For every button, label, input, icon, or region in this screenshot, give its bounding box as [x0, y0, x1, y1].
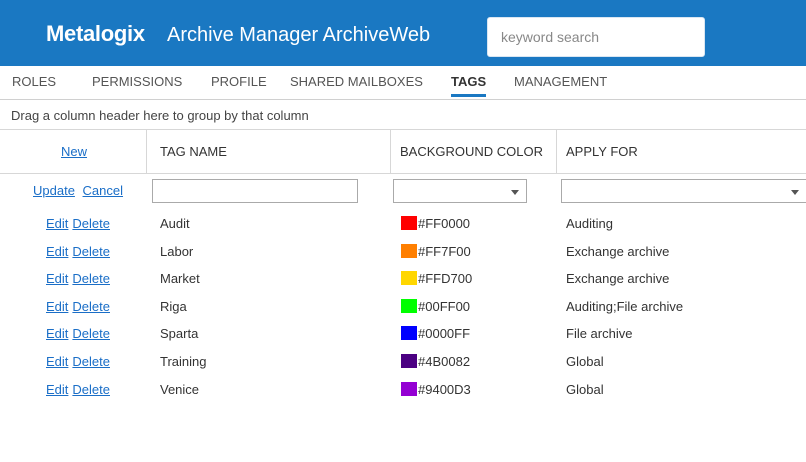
- background-color-cell: #4B0082: [418, 354, 471, 369]
- app-title: Archive Manager ArchiveWeb: [167, 24, 431, 46]
- app-header: Metalogix Archive Manager ArchiveWeb: [0, 0, 806, 66]
- nav-item-permissions[interactable]: PERMISSIONS: [92, 74, 182, 89]
- apply-for-cell: Global: [566, 354, 604, 369]
- background-color-cell: #FF0000: [418, 216, 471, 231]
- edit-link[interactable]: Edit: [46, 326, 68, 341]
- insert-row-actions: Update Cancel: [33, 183, 123, 198]
- column-separator: [556, 130, 557, 174]
- table-row: Edit Delete Audit #FF0000 Auditing: [0, 210, 806, 238]
- apply-for-cell: Exchange archive: [566, 271, 670, 286]
- tag-name-cell: Riga: [160, 299, 187, 314]
- edit-link[interactable]: Edit: [46, 354, 68, 369]
- delete-link[interactable]: Delete: [72, 216, 110, 231]
- keyword-search-input[interactable]: [487, 17, 705, 57]
- apply-for-cell: Global: [566, 382, 604, 397]
- table-row: Edit Delete Sparta #0000FF File archive: [0, 320, 806, 348]
- column-separator: [390, 130, 391, 174]
- nav-item-tags[interactable]: TAGS: [451, 74, 487, 97]
- delete-link[interactable]: Delete: [72, 299, 110, 314]
- tag-name-cell: Labor: [160, 244, 194, 259]
- background-color-cell: #0000FF: [418, 326, 471, 341]
- chevron-down-icon: [791, 190, 799, 195]
- metalogix-logo: Metalogix: [46, 21, 145, 46]
- apply-for-cell: Auditing;File archive: [566, 299, 684, 314]
- table-row: Edit Delete Labor #FF7F00 Exchange archiv…: [0, 238, 806, 266]
- update-link[interactable]: Update: [33, 183, 75, 198]
- nav-item-tags-label: TAGS: [451, 74, 487, 89]
- delete-link[interactable]: Delete: [72, 244, 110, 259]
- background-color-cell: #FFD700: [418, 271, 473, 286]
- column-header-background-color[interactable]: BACKGROUND COLOR: [400, 144, 543, 159]
- tag-name-cell: Venice: [160, 382, 200, 397]
- color-swatch: [401, 244, 417, 258]
- delete-link[interactable]: Delete: [72, 354, 110, 369]
- tag-name-cell: Audit: [160, 216, 190, 231]
- apply-for-cell: File archive: [566, 326, 633, 341]
- nav-item-management[interactable]: MANAGEMENT: [514, 74, 607, 89]
- table-row: Edit Delete Training #4B0082 Global: [0, 348, 806, 376]
- tag-name-cell: Training: [160, 354, 207, 369]
- edit-link[interactable]: Edit: [46, 244, 68, 259]
- active-tab-indicator: [451, 94, 487, 97]
- color-swatch: [401, 299, 417, 313]
- apply-for-cell: Auditing: [566, 216, 613, 231]
- chevron-down-icon: [511, 190, 519, 195]
- tag-name-cell: Market: [160, 271, 200, 286]
- cancel-link[interactable]: Cancel: [83, 183, 123, 198]
- background-color-cell: #9400D3: [418, 382, 471, 397]
- color-swatch: [401, 326, 417, 340]
- nav-item-shared-mailboxes[interactable]: SHARED MAILBOXES: [290, 74, 423, 89]
- group-by-hint: Drag a column header here to group by th…: [11, 108, 309, 123]
- column-header-tag-name[interactable]: TAG NAME: [160, 144, 227, 159]
- background-color-cell: #00FF00: [418, 299, 471, 314]
- edit-link[interactable]: Edit: [46, 271, 68, 286]
- delete-link[interactable]: Delete: [72, 326, 110, 341]
- delete-link[interactable]: Delete: [72, 382, 110, 397]
- color-swatch: [401, 354, 417, 368]
- group-by-panel[interactable]: Drag a column header here to group by th…: [0, 100, 806, 130]
- apply-for-cell: Exchange archive: [566, 244, 670, 259]
- table-row: Edit Delete Market #FFD700 Exchange archi…: [0, 265, 806, 293]
- grid-header: New TAG NAME BACKGROUND COLOR APPLY FOR: [0, 130, 806, 174]
- background-color-dropdown[interactable]: [393, 179, 527, 203]
- tag-name-input[interactable]: [152, 179, 358, 203]
- new-tag-link[interactable]: New: [61, 144, 87, 159]
- main-nav: ROLES PERMISSIONS PROFILE SHARED MAILBOX…: [0, 66, 806, 100]
- column-separator: [146, 130, 147, 174]
- color-swatch: [401, 216, 417, 230]
- edit-link[interactable]: Edit: [46, 382, 68, 397]
- color-swatch: [401, 382, 417, 396]
- edit-link[interactable]: Edit: [46, 299, 68, 314]
- delete-link[interactable]: Delete: [72, 271, 110, 286]
- nav-item-roles[interactable]: ROLES: [12, 74, 56, 89]
- tag-name-cell: Sparta: [160, 326, 199, 341]
- apply-for-dropdown[interactable]: [561, 179, 806, 203]
- column-header-apply-for[interactable]: APPLY FOR: [566, 144, 638, 159]
- background-color-cell: #FF7F00: [418, 244, 471, 259]
- nav-item-profile[interactable]: PROFILE: [211, 74, 267, 89]
- table-row: Edit Delete Riga #00FF00 Auditing;File ar…: [0, 293, 806, 321]
- insert-row: Update Cancel: [0, 174, 806, 208]
- table-row: Edit Delete Venice #9400D3 Global: [0, 376, 806, 404]
- edit-link[interactable]: Edit: [46, 216, 68, 231]
- color-swatch: [401, 271, 417, 285]
